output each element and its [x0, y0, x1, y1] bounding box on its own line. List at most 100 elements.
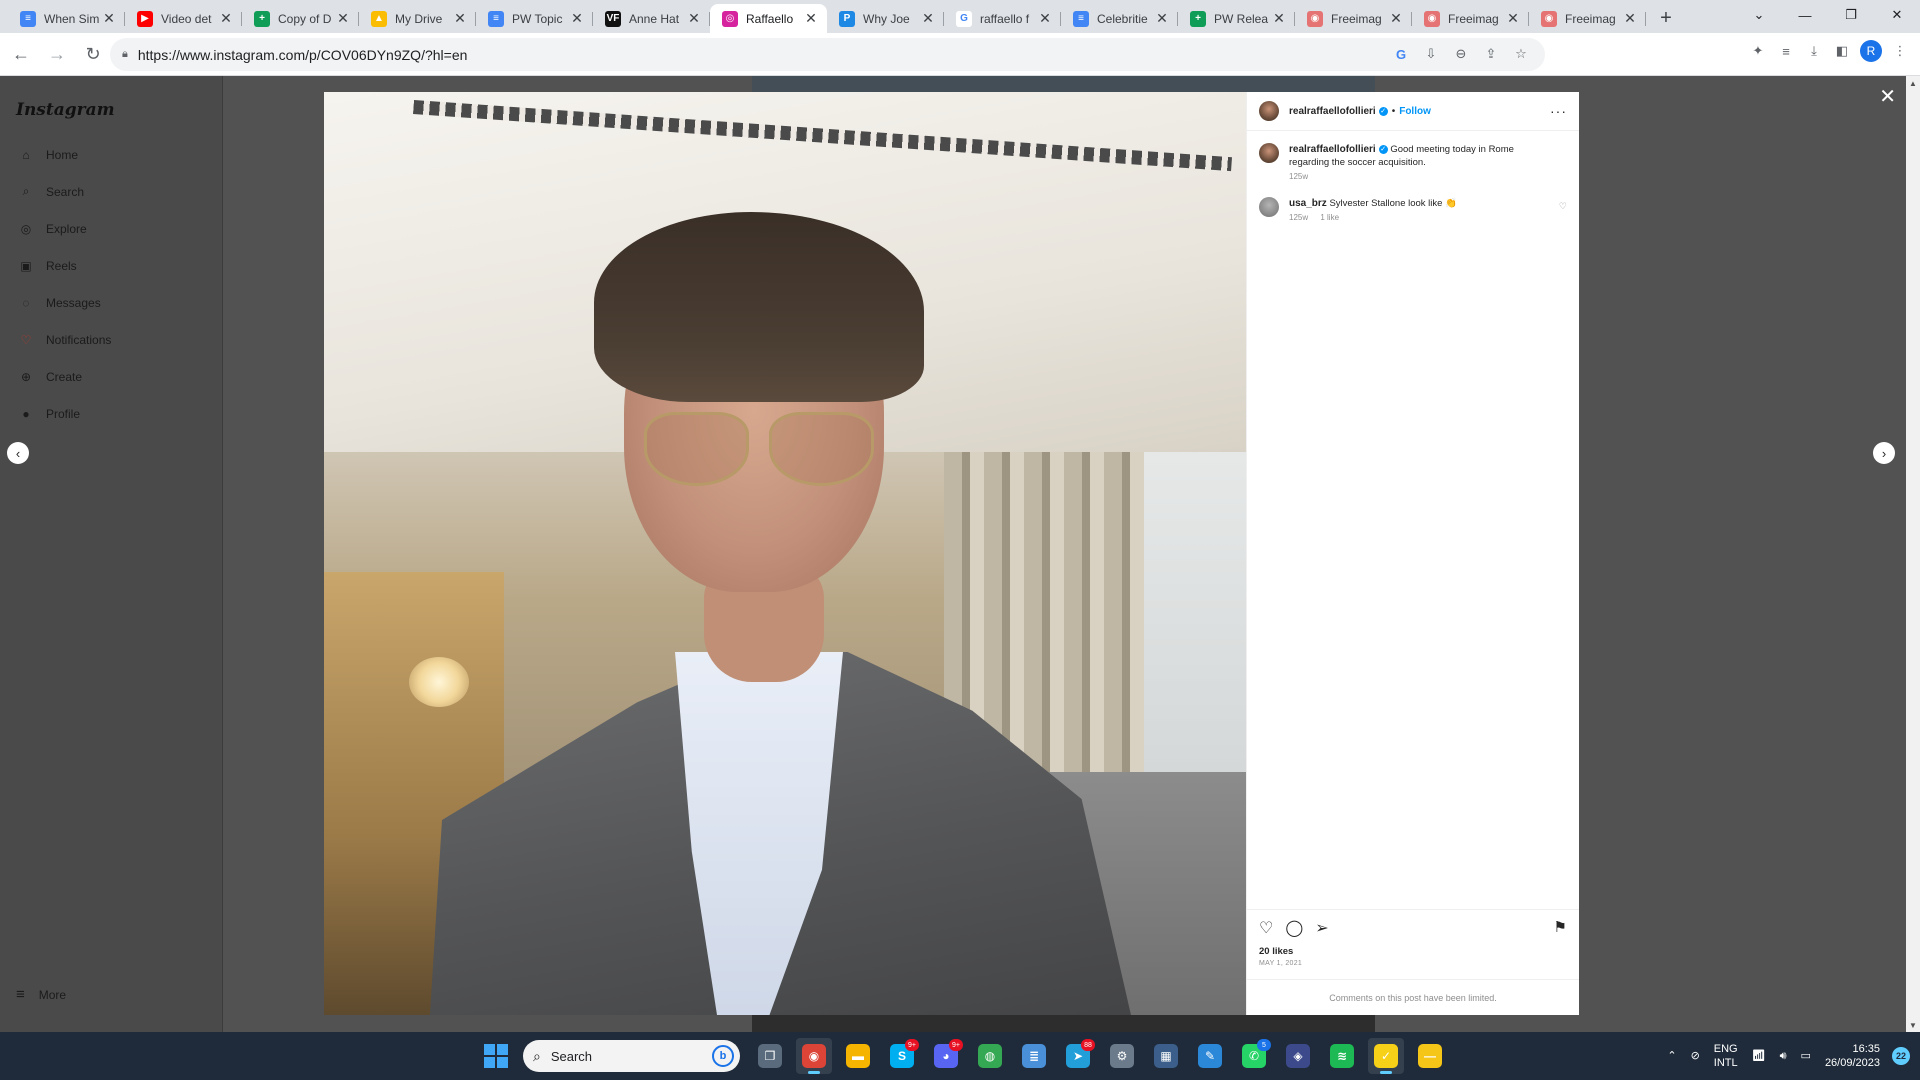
browser-tab[interactable]: ≡ When Sim ✕ [8, 4, 125, 33]
taskbar-app-norton[interactable]: ✓ [1368, 1038, 1404, 1074]
caption-age[interactable]: 125w [1289, 172, 1308, 181]
tab-close-icon[interactable]: ✕ [1037, 10, 1053, 27]
browser-tab[interactable]: ◉ Freeimag ✕ [1412, 4, 1529, 33]
browser-tab[interactable]: ▶ Video det ✕ [125, 4, 242, 33]
browser-tab[interactable]: ◎ Raffaello ✕ [710, 4, 827, 33]
minimize-button[interactable]: — [1782, 0, 1828, 30]
scroll-up-arrow-icon[interactable]: ▲ [1906, 76, 1920, 90]
author-avatar[interactable] [1259, 101, 1279, 121]
extensions-icon[interactable]: ✦ [1748, 41, 1768, 61]
follow-button[interactable]: Follow [1399, 106, 1431, 117]
nav-item-create[interactable]: ⊕ Create [0, 358, 223, 395]
browser-tab[interactable]: VF Anne Hat ✕ [593, 4, 710, 33]
tab-close-icon[interactable]: ✕ [920, 10, 936, 27]
taskbar-app-app-yellow[interactable]: — [1412, 1038, 1448, 1074]
like-comment-heart-icon[interactable]: ♡ [1559, 201, 1567, 212]
taskbar-app-telegram[interactable]: ➤ 88 [1060, 1038, 1096, 1074]
scroll-down-arrow-icon[interactable]: ▼ [1906, 1018, 1920, 1032]
volume-icon[interactable]: 🔊︎ [1780, 1049, 1787, 1063]
nav-item-notifications[interactable]: ♡ Notifications [0, 321, 223, 358]
lock-icon[interactable]: 🔒︎ [122, 48, 128, 61]
taskbar-app-maps[interactable]: ◍ [972, 1038, 1008, 1074]
clock[interactable]: 16:35 26/09/2023 [1825, 1042, 1880, 1070]
author-username[interactable]: realraffaellofollieri [1289, 106, 1376, 117]
downloads-icon[interactable]: ⤓ [1804, 41, 1824, 61]
menu-kebab-icon[interactable]: ⋮ [1890, 41, 1910, 61]
tab-close-icon[interactable]: ✕ [452, 10, 468, 27]
taskbar-app-skype[interactable]: S 9+ [884, 1038, 920, 1074]
tab-close-icon[interactable]: ✕ [1505, 10, 1521, 27]
next-post-button[interactable]: › [1873, 442, 1895, 464]
taskbar-app-task-view[interactable]: ❐ [752, 1038, 788, 1074]
post-date[interactable]: MAY 1, 2021 [1259, 960, 1567, 967]
side-panel-icon[interactable]: ◧ [1832, 41, 1852, 61]
tab-close-icon[interactable]: ✕ [686, 10, 702, 27]
bing-icon[interactable]: b [712, 1045, 734, 1067]
media-controls-icon[interactable]: ≡ [1776, 41, 1796, 61]
browser-tab[interactable]: ≡ Celebritie ✕ [1061, 4, 1178, 33]
tab-close-icon[interactable]: ✕ [803, 10, 819, 27]
commenter-avatar[interactable] [1259, 197, 1279, 217]
page-scrollbar[interactable]: ▲ ▼ [1906, 76, 1920, 1032]
browser-tab[interactable]: Graffaello f ✕ [944, 4, 1061, 33]
tab-close-icon[interactable]: ✕ [1622, 10, 1638, 27]
tab-close-icon[interactable]: ✕ [218, 10, 234, 27]
reload-button[interactable]: ↻ [78, 39, 108, 69]
notification-count-badge[interactable]: 22 [1892, 1047, 1910, 1065]
taskbar-app-discord[interactable]: ◕ 9+ [928, 1038, 964, 1074]
nav-item-home[interactable]: ⌂ Home [0, 136, 223, 173]
share-paper-plane-icon[interactable]: ➢ [1315, 918, 1328, 938]
bookmark-star-icon[interactable]: ☆ [1511, 44, 1531, 64]
nav-item-reels[interactable]: ▣ Reels [0, 247, 223, 284]
browser-tab[interactable]: ▲ My Drive ✕ [359, 4, 476, 33]
commenter-username[interactable]: usa_brz [1289, 198, 1327, 209]
browser-tab[interactable]: + PW Relea ✕ [1178, 4, 1295, 33]
nav-item-messages[interactable]: ◌ Messages [0, 284, 223, 321]
taskbar-app-calculator[interactable]: ▦ [1148, 1038, 1184, 1074]
nav-item-search[interactable]: ⌕ Search [0, 173, 223, 210]
start-button[interactable] [484, 1044, 508, 1068]
battery-icon[interactable]: ▭ [1801, 1049, 1811, 1063]
browser-tab[interactable]: ≡ PW Topic ✕ [476, 4, 593, 33]
back-button[interactable]: ← [6, 39, 36, 69]
taskbar-app-spotify[interactable]: ≋ [1324, 1038, 1360, 1074]
taskbar-app-settings[interactable]: ⚙ [1104, 1038, 1140, 1074]
instagram-logo[interactable]: Instagram [16, 100, 115, 120]
taskbar-app-file-explorer[interactable]: ▬ [840, 1038, 876, 1074]
browser-tab[interactable]: P Why Joe ✕ [827, 4, 944, 33]
close-window-button[interactable]: ✕ [1874, 0, 1920, 30]
install-app-icon[interactable]: ⇩ [1421, 44, 1441, 64]
likes-count[interactable]: 20 likes [1259, 946, 1567, 957]
network-off-icon[interactable]: ⊘ [1691, 1049, 1700, 1063]
tray-overflow-chevron-icon[interactable]: ⌃ [1667, 1049, 1676, 1063]
caption-avatar[interactable] [1259, 143, 1279, 163]
tab-search-icon[interactable]: ⌄ [1736, 0, 1782, 30]
taskbar-app-notepad[interactable]: ≣ [1016, 1038, 1052, 1074]
tab-close-icon[interactable]: ✕ [1388, 10, 1404, 27]
taskbar-search[interactable]: ⌕ Search b [523, 1040, 740, 1072]
caption-username[interactable]: realraffaellofollieri [1289, 144, 1376, 155]
restore-button[interactable]: ❐ [1828, 0, 1874, 30]
close-modal-icon[interactable]: ✕ [1879, 84, 1896, 109]
tab-close-icon[interactable]: ✕ [1154, 10, 1170, 27]
address-bar[interactable]: 🔒︎ https://www.instagram.com/p/COV06DYn9… [110, 38, 1545, 71]
tab-close-icon[interactable]: ✕ [1271, 10, 1287, 27]
taskbar-app-whatsapp[interactable]: ✆ 5 [1236, 1038, 1272, 1074]
more-menu[interactable]: ≡ More [16, 986, 66, 1003]
browser-tab[interactable]: + Copy of D ✕ [242, 4, 359, 33]
taskbar-app-paint[interactable]: ✎ [1192, 1038, 1228, 1074]
taskbar-app-chrome[interactable]: ◉ [796, 1038, 832, 1074]
nav-item-explore[interactable]: ◎ Explore [0, 210, 223, 247]
nav-item-profile[interactable]: ● Profile [0, 395, 223, 432]
browser-tab[interactable]: ◉ Freeimag ✕ [1529, 4, 1646, 33]
previous-post-button[interactable]: ‹ [7, 442, 29, 464]
wifi-icon[interactable]: 📶︎ [1752, 1049, 1766, 1063]
comment-likes[interactable]: 1 like [1320, 213, 1339, 222]
tab-close-icon[interactable]: ✕ [101, 10, 117, 27]
browser-tab[interactable]: ◉ Freeimag ✕ [1295, 4, 1412, 33]
more-options-icon[interactable]: ··· [1550, 103, 1567, 119]
profile-avatar[interactable]: R [1860, 40, 1882, 62]
comment-bubble-icon[interactable]: ◯ [1285, 918, 1303, 938]
tab-close-icon[interactable]: ✕ [335, 10, 351, 27]
zoom-icon[interactable]: ⊖ [1451, 44, 1471, 64]
